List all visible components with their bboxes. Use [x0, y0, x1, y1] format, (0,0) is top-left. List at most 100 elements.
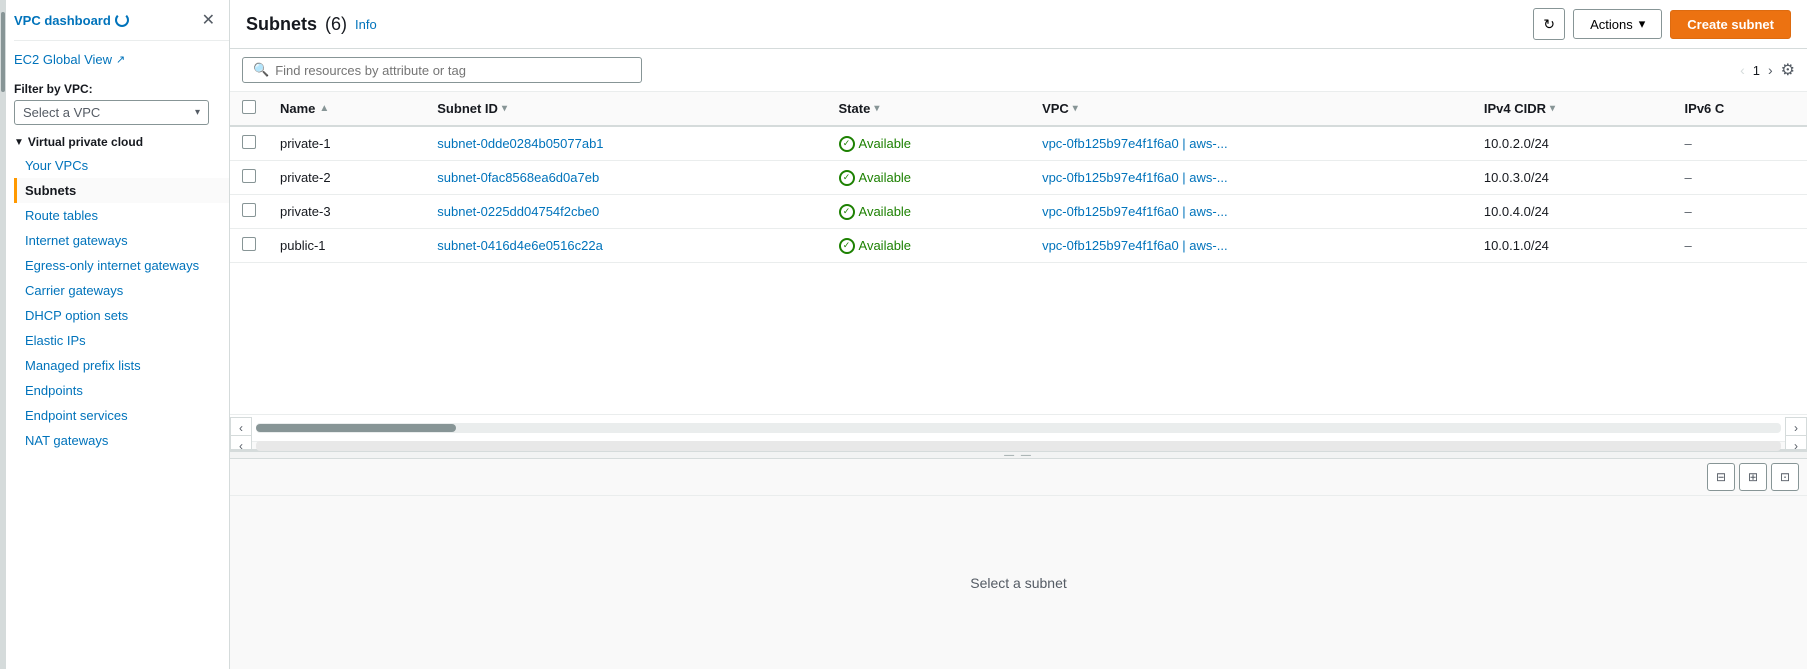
row-subnetid-3: subnet-0416d4e6e0516c22a [425, 229, 826, 263]
col-state: State ▾ [827, 92, 1031, 126]
row-checkbox-3[interactable] [242, 237, 256, 251]
subnet-id-link-2[interactable]: subnet-0225dd04754f2cbe0 [437, 204, 599, 219]
sidebar-item-internet-gateways[interactable]: Internet gateways [14, 228, 229, 253]
sort-state-icon[interactable]: ▾ [874, 103, 879, 114]
subnet-id-link-1[interactable]: subnet-0fac8568ea6d0a7eb [437, 170, 599, 185]
detail-view-split-button[interactable]: ⊟ [1707, 463, 1735, 491]
table-row[interactable]: private-2 subnet-0fac8568ea6d0a7eb ✓ Ava… [230, 161, 1807, 195]
close-button[interactable]: ✕ [198, 10, 219, 30]
sidebar-item-route-tables[interactable]: Route tables [14, 203, 229, 228]
sort-ipv4-icon[interactable]: ▾ [1550, 103, 1555, 114]
sidebar-item-nat-gateways[interactable]: NAT gateways [14, 428, 229, 453]
horizontal-scroll-bar[interactable]: ‹ › [230, 414, 1807, 441]
sidebar-content: VPC dashboard ✕ EC2 Global View ↗ Filter… [0, 0, 229, 669]
row-ipv4-0: 10.0.2.0/24 [1472, 126, 1673, 161]
status-badge-3: ✓ Available [839, 238, 1019, 254]
expand-arrow-icon: ▼ [14, 137, 24, 148]
sidebar-item-endpoints[interactable]: Endpoints [14, 378, 229, 403]
row-checkbox-2[interactable] [242, 203, 256, 217]
status-icon-1: ✓ [839, 170, 855, 186]
detail-select-message: Select a subnet [970, 575, 1067, 591]
table-row[interactable]: private-3 subnet-0225dd04754f2cbe0 ✓ Ava… [230, 195, 1807, 229]
sidebar-scroll-thumb [1, 12, 5, 92]
col-ipv4-cidr: IPv4 CIDR ▾ [1472, 92, 1673, 126]
sidebar-item-subnets[interactable]: Subnets [14, 178, 229, 203]
main-content: Subnets (6) Info ↻ Actions ▾ Create subn… [230, 0, 1807, 669]
detail-view-full-button[interactable]: ⊞ [1739, 463, 1767, 491]
vpc-link-1[interactable]: vpc-0fb125b97e4f1f6a0 | aws-... [1042, 170, 1228, 185]
search-input[interactable] [275, 63, 631, 78]
table-row[interactable]: private-1 subnet-0dde0284b05077ab1 ✓ Ava… [230, 126, 1807, 161]
sidebar-scroll [0, 0, 6, 669]
prev-page-button[interactable]: ‹ [1736, 60, 1749, 80]
status-badge-0: ✓ Available [839, 136, 1019, 152]
vpc-link-2[interactable]: vpc-0fb125b97e4f1f6a0 | aws-... [1042, 204, 1228, 219]
row-ipv6-0: – [1673, 126, 1807, 161]
row-state-3: ✓ Available [827, 229, 1031, 263]
row-checkbox-col-3 [230, 229, 268, 263]
sidebar-item-carrier-gateways[interactable]: Carrier gateways [14, 278, 229, 303]
vpc-dashboard-link[interactable]: VPC dashboard [14, 13, 129, 28]
external-link-icon: ↗ [116, 53, 125, 66]
row-checkbox-0[interactable] [242, 135, 256, 149]
search-bar: 🔍 ‹ 1 › ⚙ [230, 49, 1807, 92]
vpc-link-0[interactable]: vpc-0fb125b97e4f1f6a0 | aws-... [1042, 136, 1228, 151]
detail-pane: — — ⊟ ⊞ ⊡ Select a subnet [230, 449, 1807, 669]
top-bar: Subnets (6) Info ↻ Actions ▾ Create subn… [230, 0, 1807, 49]
search-icon: 🔍 [253, 62, 269, 78]
sidebar-item-egress-gateways[interactable]: Egress-only internet gateways [14, 253, 229, 278]
column-settings-button[interactable]: ⚙ [1781, 60, 1795, 80]
refresh-button[interactable]: ↻ [1533, 8, 1565, 40]
row-state-2: ✓ Available [827, 195, 1031, 229]
row-vpc-3: vpc-0fb125b97e4f1f6a0 | aws-... [1030, 229, 1472, 263]
status-icon-2: ✓ [839, 204, 855, 220]
row-checkbox-col-2 [230, 195, 268, 229]
sidebar-item-your-vpcs[interactable]: Your VPCs [14, 153, 229, 178]
row-name-1: private-2 [268, 161, 425, 195]
sidebar-item-endpoint-services[interactable]: Endpoint services [14, 403, 229, 428]
status-icon-0: ✓ [839, 136, 855, 152]
row-state-0: ✓ Available [827, 126, 1031, 161]
detail-content: Select a subnet [230, 496, 1807, 669]
next-page-button[interactable]: › [1764, 60, 1777, 80]
sort-vpc-icon[interactable]: ▾ [1073, 103, 1078, 114]
sort-subnetid-icon[interactable]: ▾ [502, 103, 507, 114]
select-all-checkbox[interactable] [242, 100, 256, 114]
row-checkbox-col-1 [230, 161, 268, 195]
sort-name-icon[interactable]: ▲ [319, 103, 329, 114]
ec2-global-view-link[interactable]: EC2 Global View ↗ [14, 47, 229, 72]
detail-resize-handle[interactable]: — — [230, 451, 1807, 459]
vpc-link-3[interactable]: vpc-0fb125b97e4f1f6a0 | aws-... [1042, 238, 1228, 253]
page-title: Subnets [246, 14, 317, 35]
row-ipv4-3: 10.0.1.0/24 [1472, 229, 1673, 263]
col-subnet-id: Subnet ID ▾ [425, 92, 826, 126]
table-body: private-1 subnet-0dde0284b05077ab1 ✓ Ava… [230, 126, 1807, 263]
row-vpc-2: vpc-0fb125b97e4f1f6a0 | aws-... [1030, 195, 1472, 229]
row-checkbox-1[interactable] [242, 169, 256, 183]
data-table: Name ▲ Subnet ID ▾ State [230, 92, 1807, 414]
hscroll-row2: ‹ › [230, 441, 1807, 449]
sidebar-item-dhcp-option-sets[interactable]: DHCP option sets [14, 303, 229, 328]
create-subnet-button[interactable]: Create subnet [1670, 10, 1791, 39]
row-name-2: private-3 [268, 195, 425, 229]
detail-view-expand-button[interactable]: ⊡ [1771, 463, 1799, 491]
header-row: Name ▲ Subnet ID ▾ State [230, 92, 1807, 126]
info-link[interactable]: Info [355, 17, 377, 32]
search-wrapper: 🔍 [242, 57, 642, 83]
row-subnetid-1: subnet-0fac8568ea6d0a7eb [425, 161, 826, 195]
sidebar-item-elastic-ips[interactable]: Elastic IPs [14, 328, 229, 353]
top-bar-left: Subnets (6) Info [246, 14, 377, 35]
col-ipv6-cidr: IPv6 C [1673, 92, 1807, 126]
chevron-down-icon: ▾ [195, 107, 200, 118]
sidebar-item-managed-prefix-lists[interactable]: Managed prefix lists [14, 353, 229, 378]
refresh-icon: ↻ [1543, 16, 1555, 33]
sidebar-header: VPC dashboard ✕ [14, 0, 229, 41]
subnet-id-link-0[interactable]: subnet-0dde0284b05077ab1 [437, 136, 603, 151]
row-ipv6-2: – [1673, 195, 1807, 229]
page-count: (6) [325, 14, 347, 35]
actions-button[interactable]: Actions ▾ [1573, 9, 1662, 39]
row-vpc-1: vpc-0fb125b97e4f1f6a0 | aws-... [1030, 161, 1472, 195]
vpc-filter-select[interactable]: Select a VPC ▾ [14, 100, 209, 125]
table-row[interactable]: public-1 subnet-0416d4e6e0516c22a ✓ Avai… [230, 229, 1807, 263]
subnet-id-link-3[interactable]: subnet-0416d4e6e0516c22a [437, 238, 603, 253]
